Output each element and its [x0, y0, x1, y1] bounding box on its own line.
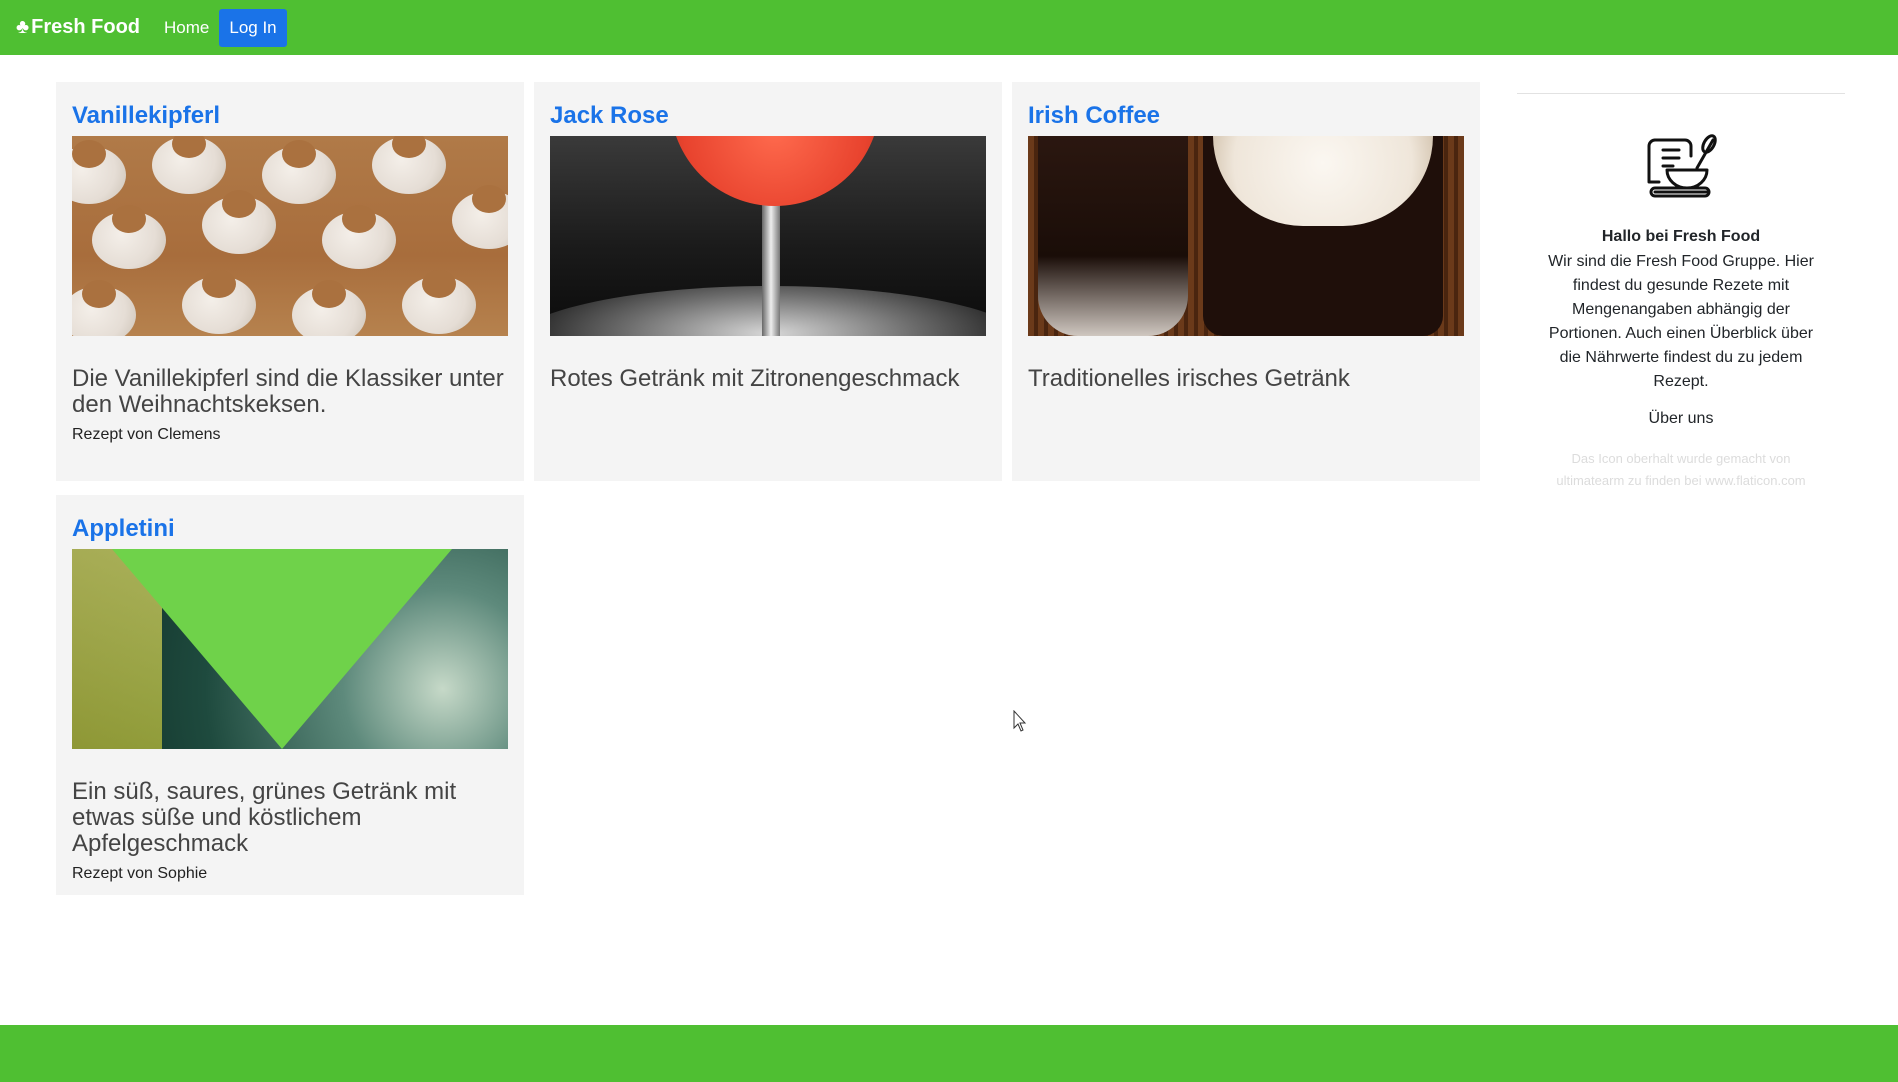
brand-name: Fresh Food — [31, 16, 141, 38]
divider — [1517, 93, 1845, 94]
recipe-card[interactable]: Irish Coffee Traditionelles irisches Get… — [1012, 82, 1480, 481]
recipe-image[interactable] — [72, 549, 508, 749]
icon-credit: Das Icon oberhalt wurde gemacht von ulti… — [1556, 451, 1806, 488]
recipe-author: Rezept von Sophie — [72, 865, 208, 882]
sidebar-heading: Hallo bei Fresh Food — [1601, 228, 1761, 245]
recipe-image[interactable] — [72, 136, 508, 336]
recipe-description: Rotes Getränk mit Zitronengeschmack — [550, 365, 960, 392]
recipe-card[interactable]: Appletini Ein süß, saures, grünes Geträn… — [56, 495, 524, 895]
recipe-title[interactable]: Appletini — [72, 511, 508, 547]
login-button[interactable]: Log In — [219, 8, 287, 47]
nav-home-link[interactable]: Home — [164, 18, 209, 38]
recipe-card[interactable]: Vanillekipferl Die Vanillekipferl sind d… — [56, 82, 524, 481]
navbar: ♣ Fresh Food Home Log In — [0, 0, 1898, 55]
recipe-description: Ein süß, saures, grünes Getränk mit etwa… — [72, 778, 457, 857]
club-icon: ♣ — [16, 16, 30, 38]
recipe-image[interactable] — [1028, 136, 1464, 336]
recipe-title[interactable]: Irish Coffee — [1028, 98, 1464, 134]
recipe-image[interactable] — [550, 136, 986, 336]
recipe-title[interactable]: Vanillekipferl — [72, 98, 508, 134]
brand-link[interactable]: ♣ Fresh Food — [16, 16, 140, 39]
footer — [0, 1025, 1898, 1082]
about-link[interactable]: Über uns — [1517, 410, 1845, 428]
sidebar-text: Wir sind die Fresh Food Gruppe. Hier fin… — [1548, 253, 1814, 390]
sidebar: Hallo bei Fresh Food Wir sind die Fresh … — [1517, 93, 1845, 492]
recipe-mixing-icon — [1641, 126, 1721, 206]
recipe-author: Rezept von Clemens — [72, 426, 221, 443]
recipe-card[interactable]: Jack Rose Rotes Getränk mit Zitronengesc… — [534, 82, 1002, 481]
recipe-description: Die Vanillekipferl sind die Klassiker un… — [72, 365, 504, 418]
mouse-cursor-icon — [1013, 710, 1027, 732]
recipe-title[interactable]: Jack Rose — [550, 98, 986, 134]
recipe-description: Traditionelles irisches Getränk — [1028, 365, 1350, 392]
